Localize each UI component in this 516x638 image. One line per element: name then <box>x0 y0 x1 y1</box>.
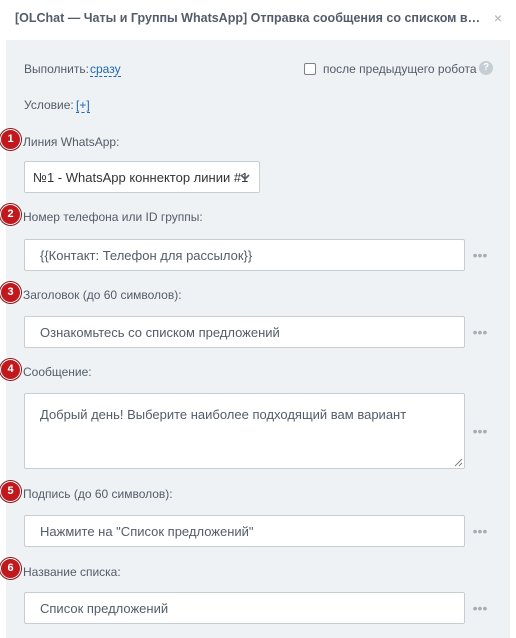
list-name-label: Название списка: <box>23 565 121 579</box>
step-badge-3: 3 <box>0 282 21 303</box>
help-icon[interactable]: ? <box>479 61 493 75</box>
chevron-down-icon <box>240 174 250 181</box>
footer-input[interactable]: Нажмите на "Список предложений" <box>24 515 465 547</box>
resize-grip-icon[interactable] <box>454 458 463 467</box>
message-more-button[interactable]: ••• <box>472 424 488 438</box>
message-textarea-value: Добрый день! Выберите наиболее подходящи… <box>40 407 407 422</box>
phone-input[interactable]: {{Контакт: Телефон для рассылок}} <box>24 239 465 271</box>
execute-timing-link[interactable]: сразу <box>90 62 121 77</box>
footer-more-button[interactable]: ••• <box>472 524 488 538</box>
close-icon[interactable]: × <box>491 10 505 26</box>
step-badge-5: 5 <box>0 481 21 502</box>
list-name-more-button[interactable]: ••• <box>472 601 488 615</box>
execute-label: Выполнить: <box>24 62 89 76</box>
message-textarea[interactable]: Добрый день! Выберите наиболее подходящи… <box>24 393 465 469</box>
add-condition-link[interactable]: [+] <box>76 98 90 113</box>
step-badge-6: 6 <box>0 558 21 579</box>
dialog-title-bar: [OLChat — Чаты и Группы WhatsApp] Отправ… <box>0 0 516 40</box>
header-label: Заголовок (до 60 символов): <box>23 288 182 302</box>
whatsapp-line-label: Линия WhatsApp: <box>23 135 120 149</box>
step-badge-1: 1 <box>0 129 21 150</box>
whatsapp-line-select[interactable]: №1 - WhatsApp коннектор линии #1 <box>24 161 260 193</box>
footer-label: Подпись (до 60 символов): <box>23 487 173 501</box>
phone-more-button[interactable]: ••• <box>472 248 488 262</box>
footer-input-value: Нажмите на "Список предложений" <box>40 524 254 539</box>
header-input[interactable]: Ознакомьтесь со списком предложений <box>24 316 465 348</box>
phone-label: Номер телефона или ID группы: <box>23 210 203 224</box>
condition-label: Условие: <box>24 98 74 112</box>
message-label: Сообщение: <box>23 365 92 379</box>
whatsapp-line-value: №1 - WhatsApp коннектор линии #1 <box>33 170 249 185</box>
list-name-input-value: Список предложений <box>40 601 169 616</box>
robot-settings-panel: Выполнить: сразу после предыдущего робот… <box>0 40 510 638</box>
phone-input-value: {{Контакт: Телефон для рассылок}} <box>40 248 253 263</box>
header-more-button[interactable]: ••• <box>472 325 488 339</box>
step-badge-2: 2 <box>0 204 21 225</box>
dialog-title: [OLChat — Чаты и Группы WhatsApp] Отправ… <box>15 11 485 25</box>
step-badge-4: 4 <box>0 359 21 380</box>
after-previous-checkbox[interactable] <box>304 63 316 75</box>
header-input-value: Ознакомьтесь со списком предложений <box>40 325 280 340</box>
list-name-input[interactable]: Список предложений <box>24 592 465 624</box>
after-previous-label: после предыдущего робота <box>323 62 477 76</box>
